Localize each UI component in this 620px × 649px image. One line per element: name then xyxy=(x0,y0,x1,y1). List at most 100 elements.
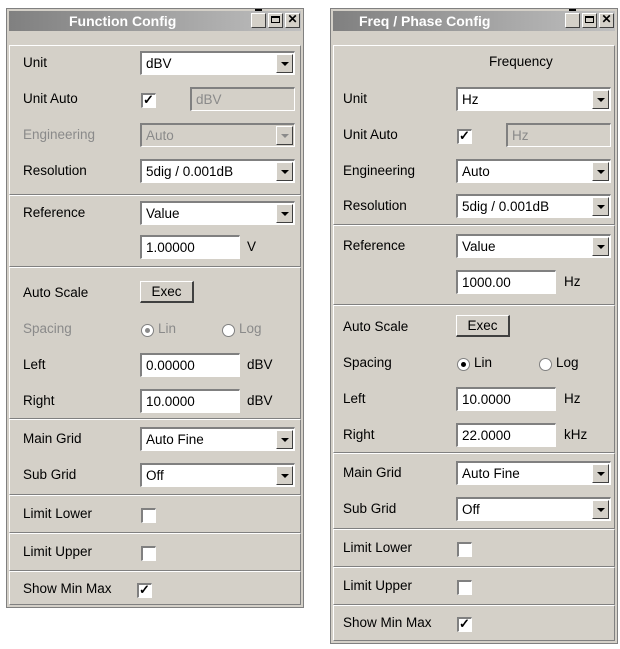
right-unit: kHz xyxy=(564,427,588,442)
reference-input[interactable]: 1000.00 xyxy=(456,270,556,294)
sub-grid-select[interactable]: Off xyxy=(140,463,295,487)
exec-button[interactable]: Exec xyxy=(456,315,510,337)
main-grid-select[interactable]: Auto Fine xyxy=(140,427,295,451)
chevron-down-icon[interactable] xyxy=(592,90,609,109)
maximize-button[interactable] xyxy=(268,13,283,28)
main-grid-label: Main Grid xyxy=(343,465,402,480)
maximize-button[interactable] xyxy=(582,13,597,28)
resolution-label: Resolution xyxy=(23,163,87,178)
exec-button-label: Exec xyxy=(151,284,182,299)
unit-auto-value: dBV xyxy=(196,92,222,107)
unit-auto-label: Unit Auto xyxy=(23,91,78,106)
spacing-log-radio[interactable] xyxy=(539,358,552,371)
main-grid-label: Main Grid xyxy=(23,431,82,446)
right-input[interactable]: 22.0000 xyxy=(456,423,556,447)
limit-upper-checkbox[interactable] xyxy=(457,580,472,595)
resolution-value: 5dig / 0.001dB xyxy=(146,164,234,179)
limit-lower-checkbox[interactable] xyxy=(457,542,472,557)
reference-unit: Hz xyxy=(564,274,581,289)
unit-auto-checkbox[interactable]: ✓ xyxy=(457,128,472,144)
chevron-down-icon[interactable] xyxy=(592,162,609,181)
close-button[interactable]: ✕ xyxy=(599,12,614,28)
reference-value: Value xyxy=(462,239,496,254)
unit-select[interactable]: Hz xyxy=(456,87,611,111)
reference-input[interactable]: 1.00000 xyxy=(140,235,240,259)
checkmark-icon: ✓ xyxy=(459,128,470,143)
main-grid-value: Auto Fine xyxy=(146,432,204,447)
sub-grid-value: Off xyxy=(462,502,480,517)
title-bar[interactable]: Function Config ✕ xyxy=(9,9,301,31)
chevron-down-icon[interactable] xyxy=(592,464,609,483)
chevron-down-icon[interactable] xyxy=(276,466,293,485)
chevron-down-icon[interactable] xyxy=(276,162,293,181)
unit-auto-label: Unit Auto xyxy=(343,127,398,142)
sub-grid-label: Sub Grid xyxy=(343,501,397,516)
checkmark-icon: ✓ xyxy=(139,582,150,597)
resolution-select[interactable]: 5dig / 0.001dB xyxy=(140,159,295,183)
engineering-label: Engineering xyxy=(23,127,96,142)
show-min-max-checkbox[interactable]: ✓ xyxy=(457,616,472,632)
left-input[interactable]: 0.00000 xyxy=(140,353,240,377)
unit-auto-field: Hz xyxy=(506,123,611,147)
close-icon: ✕ xyxy=(601,12,612,26)
left-label: Left xyxy=(343,391,366,406)
frequency-header: Frequency xyxy=(489,54,553,69)
chevron-down-icon[interactable] xyxy=(276,430,293,449)
reference-section: Reference Value 1000.00 Hz xyxy=(333,225,615,305)
resolution-select[interactable]: 5dig / 0.001dB xyxy=(456,194,611,218)
limit-upper-label: Limit Upper xyxy=(23,544,93,559)
reference-select[interactable]: Value xyxy=(140,201,295,225)
reference-unit: V xyxy=(247,239,257,254)
main-grid-select[interactable]: Auto Fine xyxy=(456,461,611,485)
unit-value: Hz xyxy=(462,92,479,107)
exec-button-label: Exec xyxy=(467,318,498,333)
show-min-max-label: Show Min Max xyxy=(343,615,432,630)
left-unit: Hz xyxy=(564,391,581,406)
minimize-button[interactable] xyxy=(565,9,580,28)
right-unit: dBV xyxy=(247,393,273,408)
unit-select[interactable]: dBV xyxy=(140,51,295,75)
spacing-log-radio xyxy=(222,324,235,337)
spacing-label: Spacing xyxy=(343,355,392,370)
limit-upper-label: Limit Upper xyxy=(343,578,413,593)
spacing-lin-radio[interactable] xyxy=(457,358,470,371)
limit-upper-checkbox[interactable] xyxy=(141,546,156,561)
limit-lower-section: Limit Lower xyxy=(333,529,615,567)
unit-auto-value: Hz xyxy=(512,128,529,143)
minimize-button[interactable] xyxy=(251,9,266,28)
reference-select[interactable]: Value xyxy=(456,234,611,258)
engineering-select[interactable]: Auto xyxy=(456,159,611,183)
close-icon: ✕ xyxy=(287,12,298,26)
unit-auto-checkbox[interactable]: ✓ xyxy=(141,92,156,108)
unit-value: dBV xyxy=(146,56,172,71)
auto-scale-label: Auto Scale xyxy=(23,285,89,300)
show-min-max-checkbox[interactable]: ✓ xyxy=(137,582,152,598)
right-value: 10.0000 xyxy=(146,394,195,409)
engineering-value: Auto xyxy=(462,164,490,179)
close-button[interactable]: ✕ xyxy=(285,12,300,28)
reference-label: Reference xyxy=(23,205,86,220)
chevron-down-icon[interactable] xyxy=(276,204,293,223)
checkmark-icon: ✓ xyxy=(143,92,154,107)
title-bar[interactable]: Freq / Phase Config ✕ xyxy=(333,9,615,31)
sub-grid-select[interactable]: Off xyxy=(456,497,611,521)
limit-lower-section: Limit Lower xyxy=(9,495,301,533)
freq-phase-config-window: Freq / Phase Config ✕ Frequency Unit Hz … xyxy=(330,8,618,644)
reference-input-value: 1.00000 xyxy=(146,240,195,255)
show-min-max-label: Show Min Max xyxy=(23,581,112,596)
chevron-down-icon[interactable] xyxy=(592,197,609,216)
limit-upper-section: Limit Upper xyxy=(333,567,615,605)
chevron-down-icon[interactable] xyxy=(592,500,609,519)
limit-lower-checkbox[interactable] xyxy=(141,508,156,523)
spacing-log-label: Log xyxy=(556,355,579,370)
chevron-down-icon xyxy=(276,126,293,145)
chevron-down-icon[interactable] xyxy=(592,237,609,256)
left-input[interactable]: 10.0000 xyxy=(456,387,556,411)
right-input[interactable]: 10.0000 xyxy=(140,389,240,413)
engineering-label: Engineering xyxy=(343,163,416,178)
auto-scale-label: Auto Scale xyxy=(343,319,409,334)
limit-lower-label: Limit Lower xyxy=(23,506,93,521)
exec-button[interactable]: Exec xyxy=(140,281,194,303)
spacing-lin-label: Lin xyxy=(474,355,493,370)
chevron-down-icon[interactable] xyxy=(276,54,293,73)
